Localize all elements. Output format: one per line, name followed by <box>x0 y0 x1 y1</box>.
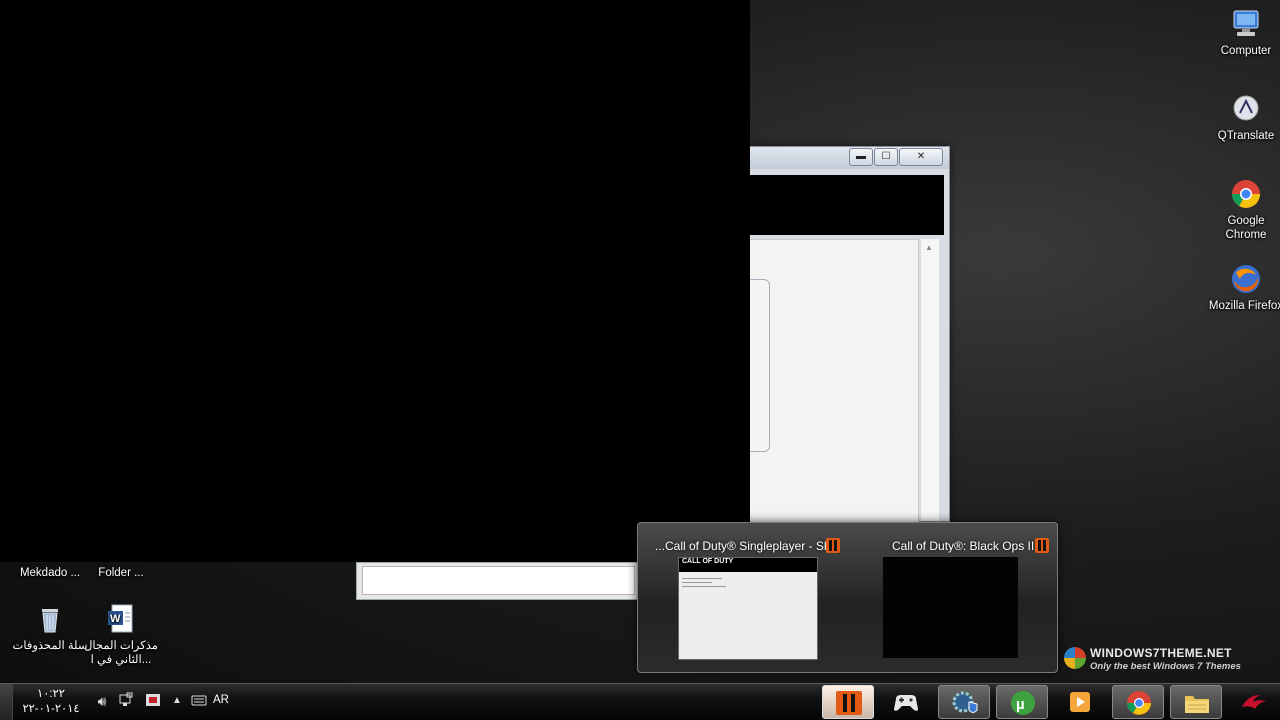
clock-date: ٢٠١٤-٠١-٢٢ <box>22 703 80 715</box>
desktop-icon-computer[interactable]: Computer <box>1208 8 1280 58</box>
taskbar-thumbnail-popup: ...Call of Duty® Singleplayer - Shi CALL… <box>637 522 1058 673</box>
taskbar-button-security-tool[interactable] <box>938 685 990 719</box>
gear-shield-icon <box>951 690 979 716</box>
thumbnail-title: ...Call of Duty® Singleplayer - Shi <box>655 539 834 553</box>
desktop-icon-word-doc[interactable]: W مذكرات المجال الثاني في ا... <box>83 603 159 667</box>
taskbar-button-media-player[interactable] <box>1054 685 1106 719</box>
taskbar-button-file-explorer[interactable] <box>1170 685 1222 719</box>
close-button[interactable]: ✕ <box>899 148 943 166</box>
clock-time: ١٠:٢٢ <box>37 688 65 700</box>
preview-logo: CALL OF DUTY <box>679 558 817 572</box>
desktop-icon-label: QTranslate <box>1217 130 1275 142</box>
folder-icon <box>1183 690 1211 716</box>
keyboard-icon[interactable] <box>190 692 208 710</box>
word-doc-icon: W <box>105 603 137 635</box>
scroll-up-icon[interactable]: ▲ <box>925 243 933 252</box>
window-scrollbar[interactable]: ▲ <box>921 239 939 521</box>
thumbnail-black-ops-ii[interactable]: Call of Duty®: Black Ops II <box>843 523 1058 674</box>
cod-bo2-icon <box>835 690 863 716</box>
taskbar-button-chrome[interactable] <box>1112 685 1164 719</box>
desktop-icon-label: Computer <box>1220 45 1272 57</box>
language-indicator[interactable]: AR <box>213 694 229 706</box>
firefox-icon <box>1230 263 1262 295</box>
desktop-icon-label: Mozilla Firefox <box>1208 300 1280 312</box>
window-banner <box>750 175 944 235</box>
recycle-bin-icon <box>34 603 66 635</box>
svg-text:W: W <box>110 613 121 625</box>
window-bottom-strip <box>356 562 638 600</box>
network-icon[interactable] <box>117 692 135 710</box>
taskbar-button-game-controller[interactable] <box>880 685 932 719</box>
utorrent-icon: µ <box>1009 690 1037 716</box>
maximize-button[interactable]: ☐ <box>874 148 898 166</box>
game-fullscreen-surface <box>0 0 750 562</box>
chrome-icon <box>1230 178 1262 210</box>
thumbnail-preview <box>883 557 1018 658</box>
desktop-icon-recycle-bin[interactable]: سلة المحذوفات <box>12 603 88 653</box>
desktop-icon-label: مذكرات المجال الثاني في ا... <box>84 640 158 666</box>
cod-bo2-icon <box>826 538 840 553</box>
rog-icon <box>1240 689 1268 715</box>
clock[interactable]: ١٠:٢٢ ٢٠١٤-٠١-٢٢ <box>20 687 82 717</box>
computer-icon <box>1230 8 1262 40</box>
desktop-icon-folder[interactable]: Folder ... <box>83 566 159 580</box>
background-window[interactable]: ▬ ☐ ✕ ▲ <box>750 146 950 523</box>
desktop-icon-label: Google Chrome <box>1225 215 1267 241</box>
taskbar-button-rog[interactable] <box>1228 685 1280 719</box>
show-desktop-button[interactable] <box>0 684 13 720</box>
desktop-icon-mekdado[interactable]: Mekdado ... <box>12 566 88 580</box>
flag-icon[interactable] <box>144 692 162 710</box>
desktop-icon-label: سلة المحذوفات <box>12 640 88 652</box>
desktop-icon-firefox[interactable]: Mozilla Firefox <box>1208 263 1280 313</box>
windows-logo-icon <box>1064 647 1086 669</box>
desktop-icon-label: Folder ... <box>98 567 144 579</box>
watermark-title: WINDOWS7THEME.NET <box>1090 646 1232 660</box>
thumbnail-title: Call of Duty®: Black Ops II <box>892 539 1035 553</box>
gamepad-icon <box>892 689 920 715</box>
taskbar-button-cod-bo2[interactable] <box>822 685 874 719</box>
thumbnail-singleplayer[interactable]: ...Call of Duty® Singleplayer - Shi CALL… <box>638 523 843 674</box>
volume-icon[interactable]: 🔊︎ <box>93 692 111 710</box>
qtranslate-icon <box>1230 93 1262 125</box>
inner-dialog-edge <box>750 279 770 452</box>
thumbnail-preview: CALL OF DUTY <box>678 557 818 660</box>
desktop-icon-qtranslate[interactable]: QTranslate <box>1208 93 1280 143</box>
taskbar: ١٠:٢٢ ٢٠١٤-٠١-٢٢ 🔊︎ ▲ AR µ <box>0 683 1280 720</box>
watermark-subtitle: Only the best Windows 7 Themes <box>1090 661 1241 672</box>
taskbar-button-utorrent[interactable]: µ <box>996 685 1048 719</box>
window-content-area <box>750 239 919 523</box>
svg-text:µ: µ <box>1016 696 1025 713</box>
cod-bo2-icon <box>1035 538 1049 553</box>
desktop-icon-label: Mekdado ... <box>19 567 81 579</box>
desktop-icon-chrome[interactable]: Google Chrome <box>1208 178 1280 242</box>
window-titlebar[interactable]: ▬ ☐ ✕ <box>750 147 949 169</box>
watermark: WINDOWS7THEME.NET Only the best Windows … <box>1062 643 1262 675</box>
minimize-button[interactable]: ▬ <box>849 148 873 166</box>
media-player-icon <box>1066 689 1094 715</box>
chrome-icon <box>1125 690 1153 716</box>
show-hidden-icons-icon[interactable]: ▲ <box>168 692 186 710</box>
